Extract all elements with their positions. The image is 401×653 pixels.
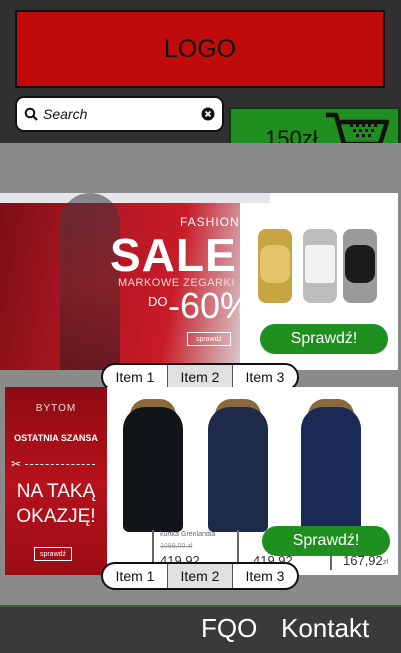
- watch-gold-image: [258, 229, 292, 303]
- jacket-1-image: [123, 407, 183, 532]
- promo-small-cta[interactable]: sprawdź: [34, 547, 72, 561]
- banner-small-cta[interactable]: sprawdź: [187, 332, 231, 346]
- scissors-icon: ✂: [11, 457, 22, 471]
- brand-label: BYTOM: [35, 403, 77, 414]
- dashed-divider: [25, 464, 95, 465]
- watch-silver-image: [303, 229, 337, 303]
- pager-item-3[interactable]: Item 3: [233, 365, 297, 389]
- pager-item-1[interactable]: Item 1: [103, 365, 168, 389]
- pager-item-2[interactable]: Item 2: [168, 365, 233, 389]
- logo-text: LOGO: [163, 34, 237, 63]
- logo[interactable]: LOGO: [15, 10, 385, 88]
- promo-headline-line1: NA TAKĄ: [16, 481, 96, 502]
- discount-prefix: DO: [148, 294, 168, 309]
- promo-headline-line2: OKAZJĘ!: [16, 506, 96, 527]
- fashion-label: FASHION: [180, 215, 240, 229]
- sale-headline: SALE: [110, 229, 237, 281]
- sprawdz-button-2[interactable]: Sprawdź!: [262, 526, 390, 556]
- product-old-price: 1099,00 zł: [160, 543, 193, 550]
- watch-black-image: [343, 229, 377, 303]
- promo-headline: NA TAKĄ OKAZJĘ!: [5, 479, 107, 529]
- sprawdz-button[interactable]: Sprawdź!: [260, 324, 388, 354]
- jacket-2-image: [208, 407, 268, 532]
- search-input[interactable]: Search: [43, 106, 200, 122]
- banner-jackets[interactable]: BYTOM OSTATNIA SZANSA ✂ NA TAKĄ OKAZJĘ! …: [5, 387, 398, 575]
- banner-watches[interactable]: FASHION SALE MARKOWE ZEGARKI DO -60% spr…: [0, 193, 398, 370]
- footer: FQO Kontakt: [0, 605, 401, 653]
- discount-value: -60%: [168, 285, 253, 326]
- carousel-pager-2: Item 1 Item 2 Item 3: [101, 562, 299, 590]
- jacket-3-image: [301, 407, 361, 532]
- pager-item-2[interactable]: Item 2: [168, 564, 233, 588]
- price-unit: zł: [383, 559, 389, 566]
- header: LOGO Search 150zł: [0, 0, 401, 170]
- product-name: kurtka Grenlandia: [160, 531, 216, 538]
- faq-link[interactable]: FQO: [201, 613, 257, 644]
- search-box[interactable]: Search: [15, 96, 224, 132]
- clear-icon[interactable]: [200, 106, 216, 122]
- banner-top-strip: [0, 193, 270, 203]
- search-icon: [23, 106, 39, 122]
- promo-tagline: OSTATNIA SZANSA: [14, 433, 98, 443]
- pager-item-3[interactable]: Item 3: [233, 564, 297, 588]
- pager-item-1[interactable]: Item 1: [103, 564, 168, 588]
- contact-link[interactable]: Kontakt: [281, 613, 369, 644]
